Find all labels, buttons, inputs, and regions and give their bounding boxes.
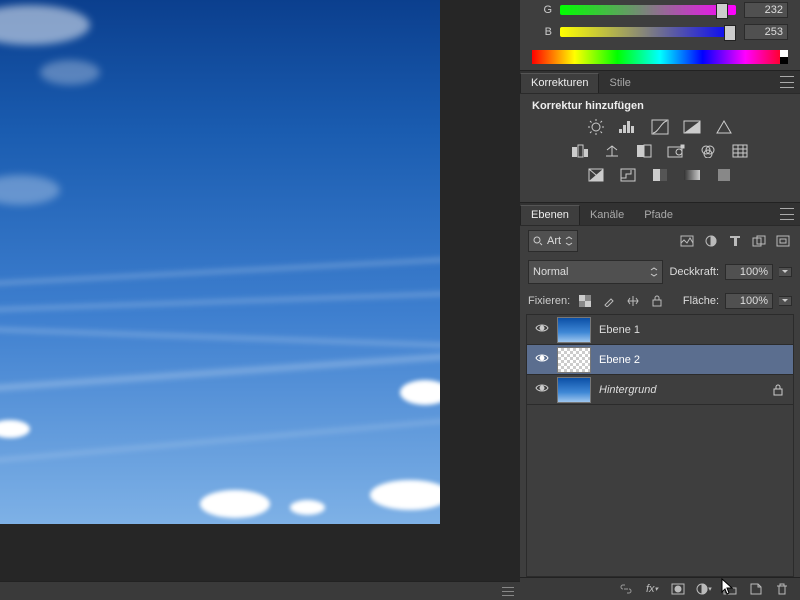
panel-menu-icon[interactable] bbox=[780, 208, 794, 220]
layer-row[interactable]: Ebene 2 bbox=[527, 345, 793, 375]
visibility-icon[interactable] bbox=[535, 383, 549, 397]
selective-color-icon[interactable] bbox=[713, 166, 735, 184]
layer-row[interactable]: Ebene 1 bbox=[527, 315, 793, 345]
tab-kanale[interactable]: Kanäle bbox=[580, 206, 634, 225]
levels-icon[interactable] bbox=[617, 118, 639, 136]
visibility-icon[interactable] bbox=[535, 323, 549, 337]
invert-icon[interactable] bbox=[585, 166, 607, 184]
color-g-slider[interactable] bbox=[560, 5, 736, 15]
layer-fx-icon[interactable]: fx▾ bbox=[644, 581, 660, 597]
status-bar bbox=[0, 581, 520, 600]
filter-adjustment-icon[interactable] bbox=[702, 232, 720, 250]
adjustments-title: Korrektur hinzufügen bbox=[532, 100, 788, 112]
visibility-icon[interactable] bbox=[535, 353, 549, 367]
slider-knob[interactable] bbox=[716, 3, 728, 19]
lock-icon bbox=[773, 384, 785, 396]
tab-korrekturen[interactable]: Korrekturen bbox=[520, 73, 599, 93]
layers-list[interactable]: Ebene 1 Ebene 2 Hintergrund bbox=[526, 314, 794, 577]
filter-pixel-icon[interactable] bbox=[678, 232, 696, 250]
layer-name[interactable]: Ebene 1 bbox=[599, 324, 785, 336]
curves-icon[interactable] bbox=[649, 118, 671, 136]
trash-icon[interactable] bbox=[774, 581, 790, 597]
new-layer-icon[interactable] bbox=[748, 581, 764, 597]
channel-mixer-icon[interactable] bbox=[697, 142, 719, 160]
vibrance-icon[interactable] bbox=[713, 118, 735, 136]
gradient-map-icon[interactable] bbox=[681, 166, 703, 184]
layer-thumbnail[interactable] bbox=[557, 377, 591, 403]
layer-mask-icon[interactable] bbox=[670, 581, 686, 597]
fill-stepper[interactable] bbox=[779, 296, 792, 306]
color-b-slider[interactable] bbox=[560, 27, 736, 37]
color-spectrum[interactable] bbox=[532, 50, 788, 64]
layer-name[interactable]: Hintergrund bbox=[599, 384, 765, 396]
filter-shape-icon[interactable] bbox=[750, 232, 768, 250]
canvas-cloud bbox=[0, 175, 60, 205]
threshold-icon[interactable] bbox=[649, 166, 671, 184]
fill-label: Fläche: bbox=[683, 295, 719, 307]
filter-type-icon[interactable] bbox=[726, 232, 744, 250]
layer-row[interactable]: Hintergrund bbox=[527, 375, 793, 405]
tab-ebenen[interactable]: Ebenen bbox=[520, 205, 580, 225]
panel-menu-icon[interactable] bbox=[780, 76, 794, 88]
adjustment-layer-icon[interactable]: ▾ bbox=[696, 581, 712, 597]
lock-position-icon[interactable] bbox=[624, 292, 642, 310]
lock-label: Fixieren: bbox=[528, 295, 570, 307]
lock-paint-icon[interactable] bbox=[600, 292, 618, 310]
layer-thumbnail[interactable] bbox=[557, 347, 591, 373]
lock-transparency-icon[interactable] bbox=[576, 292, 594, 310]
posterize-icon[interactable] bbox=[617, 166, 639, 184]
tab-stile[interactable]: Stile bbox=[599, 74, 640, 93]
adjustments-panel-header: Korrekturen Stile bbox=[520, 70, 800, 94]
tab-pfade[interactable]: Pfade bbox=[634, 206, 683, 225]
color-b-label: B bbox=[532, 26, 560, 38]
slider-knob[interactable] bbox=[724, 25, 736, 41]
filter-smartobject-icon[interactable] bbox=[774, 232, 792, 250]
hue-saturation-icon[interactable] bbox=[569, 142, 591, 160]
color-panel: G 232 B 253 bbox=[520, 0, 800, 70]
layers-panel-header: Ebenen Kanäle Pfade bbox=[520, 202, 800, 226]
canvas-cloud bbox=[0, 5, 90, 45]
opacity-input[interactable]: 100% bbox=[725, 264, 773, 280]
opacity-stepper[interactable] bbox=[779, 267, 792, 277]
group-icon[interactable] bbox=[722, 581, 738, 597]
color-g-label: G bbox=[532, 4, 560, 16]
color-g-value[interactable]: 232 bbox=[744, 2, 788, 18]
layer-thumbnail[interactable] bbox=[557, 317, 591, 343]
color-lookup-icon[interactable] bbox=[729, 142, 751, 160]
layer-filter-label: Art bbox=[547, 235, 561, 247]
exposure-icon[interactable] bbox=[681, 118, 703, 136]
brightness-contrast-icon[interactable] bbox=[585, 118, 607, 136]
layer-name[interactable]: Ebene 2 bbox=[599, 354, 785, 366]
photo-filter-icon[interactable] bbox=[665, 142, 687, 160]
statusbar-menu-icon[interactable] bbox=[502, 585, 514, 597]
blend-mode-select[interactable]: Normal bbox=[528, 260, 663, 284]
color-b-value[interactable]: 253 bbox=[744, 24, 788, 40]
canvas-cloud bbox=[40, 60, 100, 85]
color-balance-icon[interactable] bbox=[601, 142, 623, 160]
fill-input[interactable]: 100% bbox=[725, 293, 773, 309]
black-white-icon[interactable] bbox=[633, 142, 655, 160]
opacity-label: Deckkraft: bbox=[669, 266, 719, 278]
layer-filter-select[interactable]: Art bbox=[528, 230, 578, 252]
lock-all-icon[interactable] bbox=[648, 292, 666, 310]
link-layers-icon[interactable] bbox=[618, 581, 634, 597]
layers-footer: fx▾ ▾ bbox=[520, 577, 800, 600]
canvas[interactable] bbox=[0, 0, 440, 524]
